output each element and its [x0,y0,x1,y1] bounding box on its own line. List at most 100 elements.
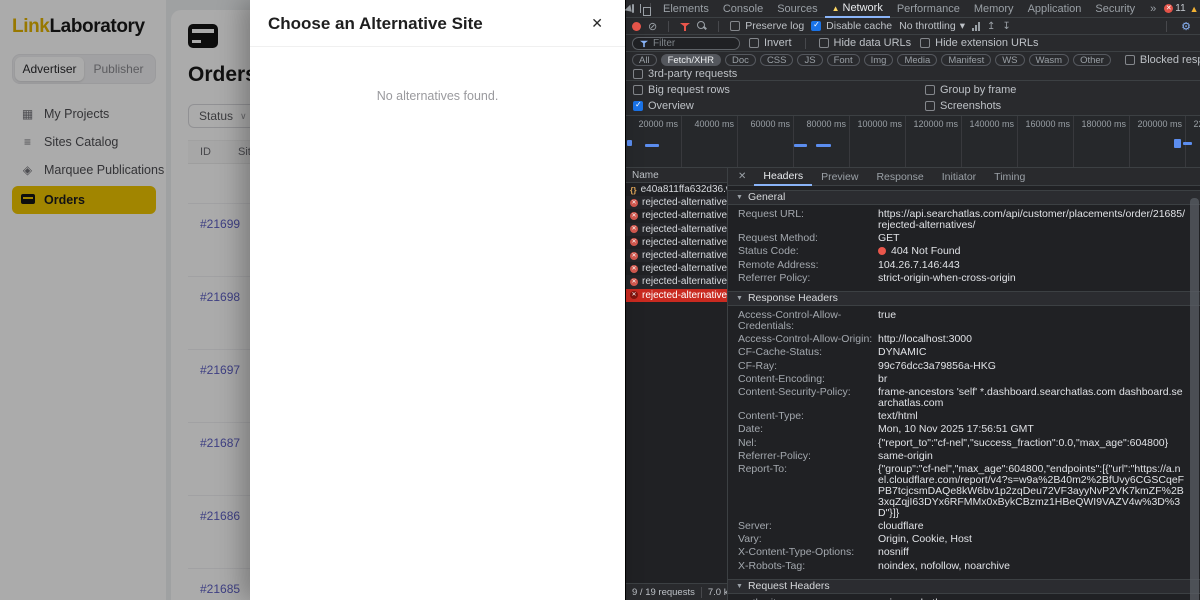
request-row[interactable]: ✕rejected-alternatives/ [626,275,727,288]
third-party-requests-checkbox[interactable]: 3rd-party requests [633,68,737,80]
type-filter-fetch-xhr[interactable]: Fetch/XHR [661,54,721,66]
header-row: Referrer-Policy:same-origin [728,450,1200,463]
checkbox-icon [811,21,821,31]
name-column-header[interactable]: Name [626,168,727,183]
overview-checkbox[interactable]: Overview [633,100,925,112]
header-name: Status Code: [728,246,878,257]
type-filter-all[interactable]: All [632,54,657,66]
error-badge[interactable]: ✕11 [1164,3,1185,14]
devtools-tab-application[interactable]: Application [1021,0,1089,18]
header-row: CF-Ray:99c76dcc3a79856a-HKG [728,360,1200,373]
type-filter-img[interactable]: Img [864,54,894,66]
import-har-icon[interactable]: ↥ [987,21,995,32]
details-tab-timing[interactable]: Timing [985,168,1034,186]
details-tabs: HeadersPreviewResponseInitiatorTiming [754,168,1034,186]
scrollbar-thumb[interactable] [1190,198,1199,600]
request-row[interactable]: ✕rejected-alternatives/ [626,289,727,302]
devtools-tab-performance[interactable]: Performance [890,0,967,18]
header-row: Date:Mon, 10 Nov 2025 17:56:51 GMT [728,423,1200,436]
blocked-response-cookies-checkbox[interactable]: Blocked response cookies [1125,54,1200,66]
devtools-tab-network[interactable]: ▲Network [825,0,890,18]
network-settings-gear-icon[interactable]: ⚙ [1178,20,1194,33]
search-icon[interactable] [697,21,707,31]
network-overview-timeline[interactable]: 20000 ms40000 ms60000 ms80000 ms100000 m… [626,116,1200,168]
warning-icon: ▲ [832,4,840,13]
inspect-element-icon[interactable] [632,4,634,13]
failed-request-icon: ✕ [630,199,638,207]
devtools-tab-memory[interactable]: Memory [967,0,1021,18]
export-har-icon[interactable]: ↧ [1002,21,1010,32]
header-value: strict-origin-when-cross-origin [878,273,1030,284]
devtools-tab-console[interactable]: Console [716,0,770,18]
disable-cache-checkbox[interactable]: Disable cache [811,20,892,32]
timeline-tick: 140000 ms [962,116,1018,167]
request-row[interactable]: ✕rejected-alternatives/ [626,262,727,275]
request-row[interactable]: ✕rejected-alternatives/ [626,223,727,236]
header-value: http://localhost:3000 [878,334,986,345]
request-row[interactable]: ✕rejected-alternatives/ [626,236,727,249]
big-request-rows-checkbox[interactable]: Big request rows [633,84,925,96]
request-row[interactable]: ✕ rejected-alternatives/ [626,196,727,209]
close-details-icon[interactable]: ✕ [730,171,754,182]
section-header-general[interactable]: ▼General [728,190,1200,205]
filter-funnel-icon[interactable] [680,22,690,31]
divider [701,587,702,598]
preserve-log-checkbox[interactable]: Preserve log [730,20,804,32]
hide-data-urls-checkbox[interactable]: Hide data URLs [819,37,912,49]
more-tabs-icon[interactable]: » [1143,0,1163,18]
script-file-icon: {} [630,185,637,195]
timeline-activity-bar [1174,139,1181,148]
timeline-tick: 160000 ms [1018,116,1074,167]
clear-icon[interactable]: ⊘ [648,20,657,33]
type-filter-wasm[interactable]: Wasm [1029,54,1070,66]
request-name: rejected-alternatives/ [642,237,727,248]
type-filter-css[interactable]: CSS [760,54,794,66]
devtools-tab-sources[interactable]: Sources [770,0,824,18]
screen: LinkLaboratory AdvertiserPublisher ▦My P… [0,0,1200,600]
throttling-dropdown[interactable]: No throttling▾ [899,20,965,32]
details-tab-preview[interactable]: Preview [812,168,867,186]
group-by-frame-checkbox[interactable]: Group by frame [925,84,1193,96]
devtools-tab-elements[interactable]: Elements [656,0,716,18]
request-row[interactable]: {}e40a811ffa632d36.we… [626,183,727,196]
record-icon[interactable] [632,22,641,31]
header-value: noindex, nofollow, noarchive [878,561,1024,572]
network-conditions-icon[interactable] [972,22,980,31]
warning-badge[interactable]: ▲9 [1190,3,1200,14]
type-filter-js[interactable]: JS [797,54,822,66]
device-toolbar-icon[interactable] [640,4,641,13]
header-value: 104.26.7.146:443 [878,260,974,271]
close-icon[interactable]: ✕ [587,13,607,34]
timeline-tick: 80000 ms [794,116,850,167]
request-row[interactable]: ✕rejected-alternatives/ [626,249,727,262]
type-filter-font[interactable]: Font [827,54,860,66]
type-filter-manifest[interactable]: Manifest [941,54,991,66]
invert-checkbox[interactable]: Invert [749,37,792,49]
header-row: X-Robots-Tag:noindex, nofollow, noarchiv… [728,560,1200,573]
type-filter-media[interactable]: Media [897,54,937,66]
request-row[interactable]: ✕rejected-alternatives/ [626,209,727,222]
timeline-activity-bar [645,144,659,147]
timeline-tick: 100000 ms [850,116,906,167]
section-header-request-headers[interactable]: ▼Request Headers [728,579,1200,594]
details-tab-initiator[interactable]: Initiator [933,168,985,186]
hide-extension-urls-checkbox[interactable]: Hide extension URLs [920,37,1038,49]
chevron-down-icon: ▾ [960,20,965,32]
type-filter-ws[interactable]: WS [995,54,1024,66]
details-tab-headers[interactable]: Headers [754,168,812,186]
header-name: Access-Control-Allow-Origin: [728,334,878,345]
request-name: rejected-alternatives/ [642,290,727,301]
devtools-tab-security[interactable]: Security [1088,0,1142,18]
screenshots-checkbox[interactable]: Screenshots [925,100,1193,112]
header-name: Request Method: [728,233,878,244]
type-filter-doc[interactable]: Doc [725,54,756,66]
details-tab-response[interactable]: Response [867,168,932,186]
type-filter-other[interactable]: Other [1073,54,1111,66]
filter-input[interactable]: Filter [632,37,740,50]
choose-alternative-site-modal: Choose an Alternative Site ✕ No alternat… [250,0,625,600]
header-row: Access-Control-Allow-Origin:http://local… [728,333,1200,346]
request-name: rejected-alternatives/ [642,197,727,208]
section-header-response-headers[interactable]: ▼Response Headers [728,291,1200,306]
warning-icon: ▲ [1190,4,1199,14]
type-pills: All Fetch/XHR Doc CSSJS Font ImgMedia Manifest… [632,54,1111,66]
